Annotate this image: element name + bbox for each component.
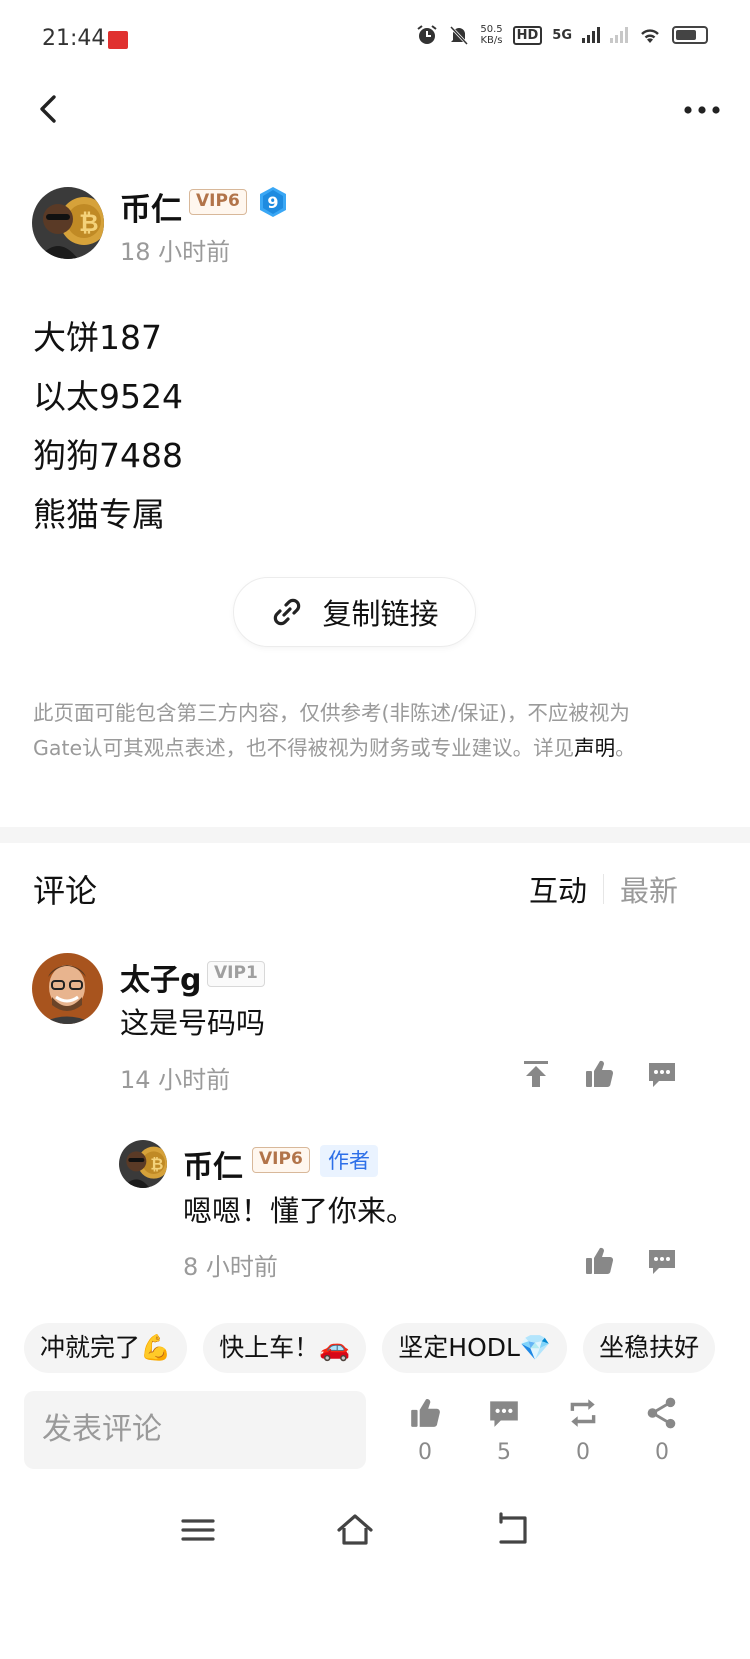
commenter-name[interactable]: 太子g (120, 955, 201, 999)
reply-icon[interactable] (646, 1058, 678, 1090)
level-badge-icon: 9 (260, 187, 286, 217)
comment-text: 这是号码吗 (120, 1006, 266, 1040)
reply-icon[interactable] (646, 1245, 678, 1277)
back-nav-icon[interactable] (493, 1510, 533, 1550)
like-icon[interactable] (583, 1245, 615, 1277)
signal-icon (582, 27, 600, 43)
more-options-button[interactable] (682, 98, 722, 122)
reply-text: 嗯嗯！懂了你来。 (183, 1194, 416, 1228)
pin-top-icon[interactable] (520, 1058, 552, 1090)
like-count: 0 (418, 1440, 432, 1465)
comment-icon (490, 1401, 518, 1427)
post-line: 熊猫专属 (33, 495, 165, 534)
author-tag: 作者 (320, 1145, 378, 1177)
quick-reply-chip[interactable]: 坐稳扶好 (583, 1323, 716, 1373)
comment-input[interactable]: 发表评论 (24, 1391, 366, 1469)
status-bar: 21:44 50.5 KB/s HD 5G (0, 0, 750, 80)
svg-text:9: 9 (267, 193, 278, 212)
post-content: 大饼187 以太9524 狗狗7488 熊猫专属 (33, 308, 183, 544)
status-icons: 50.5 KB/s HD 5G (416, 24, 708, 46)
repost-stat[interactable]: 0 (553, 1396, 613, 1465)
link-icon (274, 598, 301, 626)
quick-reply-row: 冲就完了💪 快上车！🚗 坚定HODL💎 坐稳扶好 (24, 1323, 750, 1373)
vip-badge: VIP1 (207, 961, 265, 987)
quick-reply-chip[interactable]: 冲就完了💪 (24, 1323, 188, 1373)
vip-badge: VIP6 (189, 189, 247, 215)
like-icon[interactable] (583, 1058, 615, 1090)
author-name[interactable]: 币仁 (120, 184, 182, 229)
share-count: 0 (655, 1440, 669, 1465)
post-line: 狗狗7488 (33, 436, 183, 475)
alarm-icon (417, 25, 437, 44)
menu-icon[interactable] (178, 1510, 218, 1550)
comment-sort-tabs: 互动 最新 (529, 868, 678, 910)
repost-count: 0 (576, 1440, 590, 1465)
quick-reply-chip[interactable]: 坚定HODL💎 (382, 1323, 568, 1373)
repost-icon (570, 1399, 596, 1427)
copy-link-label: 复制链接 (322, 597, 439, 631)
battery-icon (672, 26, 708, 44)
back-button[interactable] (34, 92, 64, 126)
comment-count: 5 (497, 1440, 511, 1465)
statement-link[interactable]: 声明 (574, 736, 615, 760)
post-time: 18 小时前 (120, 238, 231, 266)
like-stat[interactable]: 0 (395, 1396, 455, 1465)
copy-link-button[interactable]: 复制链接 (233, 577, 476, 647)
disclaimer: 此页面可能包含第三方内容，仅供参考(非陈述/保证)，不应被视为Gate认可其观点… (33, 701, 636, 760)
svg-text:₿: ₿ (79, 209, 99, 237)
post-line: 大饼187 (33, 318, 162, 357)
reply-author-avatar[interactable]: ₿ (119, 1140, 167, 1188)
svg-text:₿: ₿ (150, 1154, 163, 1173)
mute-bell-icon (450, 25, 469, 46)
home-icon[interactable] (335, 1510, 375, 1550)
section-divider (0, 827, 750, 843)
share-icon (647, 1397, 676, 1429)
reply-author-name[interactable]: 币仁 (183, 1142, 243, 1186)
hd-icon: HD (512, 25, 543, 45)
network-speed: 50.5 KB/s (480, 24, 503, 46)
comments-title: 评论 (33, 872, 98, 910)
comment-time: 14 小时前 (120, 1066, 231, 1094)
signal-2-icon (610, 27, 628, 43)
notification-app-icon (108, 31, 128, 49)
like-icon (411, 1399, 440, 1427)
status-time: 21:44 (42, 26, 106, 51)
wifi-icon (641, 29, 659, 43)
comment-stat[interactable]: 5 (474, 1396, 534, 1465)
share-stat[interactable]: 0 (632, 1396, 692, 1465)
tab-separator (602, 874, 604, 904)
reply-time: 8 小时前 (183, 1253, 278, 1281)
author-avatar[interactable]: ₿ (32, 187, 104, 259)
system-nav-bar (0, 1490, 750, 1659)
tab-interaction[interactable]: 互动 (529, 868, 587, 910)
vip-badge: VIP6 (252, 1147, 310, 1173)
network-5g: 5G (552, 27, 572, 43)
post-line: 以太9524 (33, 377, 183, 416)
tab-latest[interactable]: 最新 (620, 868, 678, 910)
quick-reply-chip[interactable]: 快上车！🚗 (203, 1323, 367, 1373)
commenter-avatar[interactable] (32, 953, 103, 1024)
